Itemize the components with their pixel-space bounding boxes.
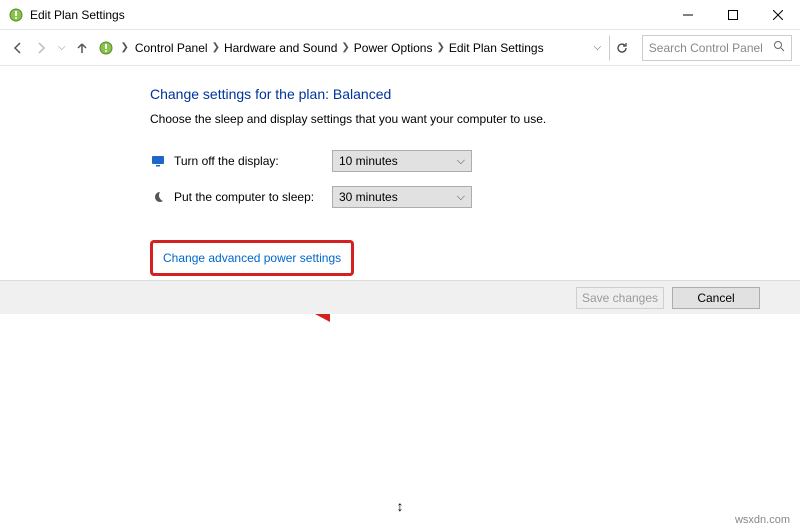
sleep-timeout-label: Put the computer to sleep: bbox=[174, 190, 324, 204]
sleep-timeout-row: Put the computer to sleep: 30 minutes bbox=[150, 186, 800, 208]
maximize-button[interactable] bbox=[710, 0, 755, 30]
close-button[interactable] bbox=[755, 0, 800, 30]
up-button[interactable] bbox=[72, 36, 93, 60]
back-button[interactable] bbox=[8, 36, 29, 60]
sleep-icon bbox=[150, 189, 166, 205]
annotation-highlight-box: Change advanced power settings bbox=[150, 240, 354, 276]
advanced-settings-link[interactable]: Change advanced power settings bbox=[163, 251, 341, 265]
chevron-right-icon[interactable]: ❯ bbox=[436, 42, 444, 53]
history-dropdown-icon[interactable]: ⌵ bbox=[58, 42, 66, 53]
button-bar: Save changes Cancel bbox=[0, 280, 800, 314]
save-button: Save changes bbox=[576, 287, 664, 309]
cancel-button[interactable]: Cancel bbox=[672, 287, 760, 309]
content-area: Change settings for the plan: Balanced C… bbox=[0, 66, 800, 300]
window-favicon bbox=[8, 7, 24, 23]
refresh-button[interactable] bbox=[609, 35, 634, 61]
breadcrumb-item[interactable]: Power Options bbox=[354, 41, 433, 55]
display-timeout-dropdown[interactable]: 10 minutes bbox=[332, 150, 472, 172]
page-subtitle: Choose the sleep and display settings th… bbox=[150, 112, 800, 126]
window-title: Edit Plan Settings bbox=[30, 8, 665, 22]
breadcrumb: Control Panel ❯ Hardware and Sound ❯ Pow… bbox=[135, 41, 607, 55]
chevron-right-icon[interactable]: ❯ bbox=[341, 42, 349, 53]
minimize-button[interactable] bbox=[665, 0, 710, 30]
breadcrumb-item[interactable]: Control Panel bbox=[135, 41, 208, 55]
chevron-right-icon[interactable]: ❯ bbox=[120, 42, 128, 53]
display-timeout-row: Turn off the display: 10 minutes bbox=[150, 150, 800, 172]
forward-button[interactable] bbox=[31, 36, 52, 60]
title-bar: Edit Plan Settings bbox=[0, 0, 800, 30]
display-icon bbox=[150, 153, 166, 169]
navigation-bar: ⌵ ❯ Control Panel ❯ Hardware and Sound ❯… bbox=[0, 30, 800, 66]
search-placeholder: Search Control Panel bbox=[649, 41, 763, 55]
display-timeout-label: Turn off the display: bbox=[174, 154, 324, 168]
search-icon bbox=[773, 40, 785, 55]
window-controls bbox=[665, 0, 800, 29]
breadcrumb-item[interactable]: Hardware and Sound bbox=[224, 41, 337, 55]
address-favicon bbox=[98, 40, 114, 56]
page-title: Change settings for the plan: Balanced bbox=[150, 86, 800, 102]
sleep-timeout-value: 30 minutes bbox=[339, 190, 398, 204]
sleep-timeout-dropdown[interactable]: 30 minutes bbox=[332, 186, 472, 208]
search-input[interactable]: Search Control Panel bbox=[642, 35, 792, 61]
resize-cursor-icon: ↕ bbox=[397, 498, 404, 514]
watermark: wsxdn.com bbox=[735, 514, 790, 526]
breadcrumb-item[interactable]: Edit Plan Settings bbox=[449, 41, 544, 55]
address-dropdown-icon[interactable]: ⌵ bbox=[588, 42, 608, 53]
chevron-right-icon[interactable]: ❯ bbox=[212, 42, 220, 53]
display-timeout-value: 10 minutes bbox=[339, 154, 398, 168]
